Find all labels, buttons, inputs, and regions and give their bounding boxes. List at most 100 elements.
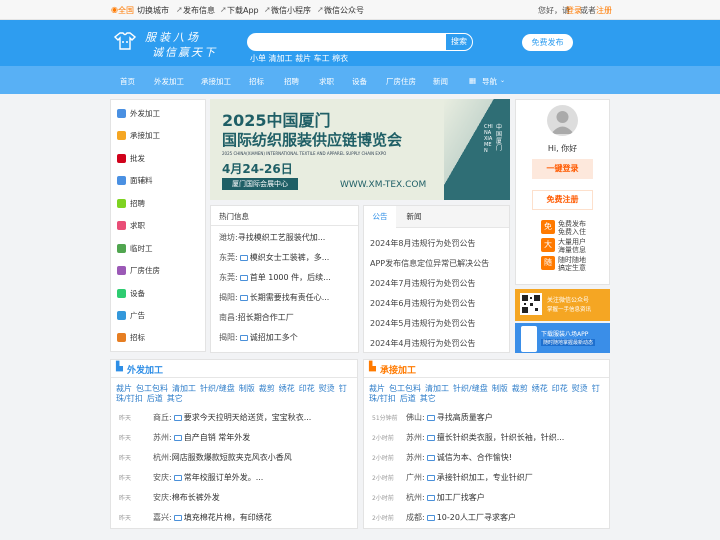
search-input[interactable] — [247, 33, 445, 51]
item-city: 苏州: — [406, 453, 425, 462]
category-link[interactable]: 后道 — [147, 394, 163, 403]
sidebar-item-factory[interactable]: 厂房住房 — [117, 263, 160, 277]
mini-program-link[interactable]: 微信小程序 — [271, 5, 311, 16]
sidebar-item-outsource[interactable]: 外发加工 — [117, 106, 160, 120]
notice-item[interactable]: APP发布信息定位异常已解决公告 — [370, 258, 506, 272]
sidebar-item-contract[interactable]: 承接加工 — [117, 128, 160, 142]
category-link[interactable]: 绣花 — [532, 384, 548, 393]
category-link[interactable]: 熨烫 — [319, 384, 335, 393]
list-item[interactable]: 2小时前 成都: 10-20人工厂寻求客户 — [364, 512, 604, 526]
list-item[interactable]: 2小时前 苏州: 诚信为本、合作愉快! — [364, 452, 604, 466]
item-text: 长期需要找有责任心... — [249, 293, 330, 302]
sidebar-item-wholesale[interactable]: 批发 — [117, 151, 145, 165]
hot-info-item[interactable]: 潍坊:寻找模织工艺服装代加... — [219, 232, 353, 246]
sidebar-item-equipment[interactable]: 设备 — [117, 286, 145, 300]
nav-item-equipment[interactable]: 设备 — [352, 76, 367, 87]
tab-notice[interactable]: 公告 — [364, 206, 396, 228]
list-item[interactable]: 昨天 商丘: 要求今天拉明天给送货，宝宝秋衣... — [111, 412, 351, 426]
category-link[interactable]: 印花 — [299, 384, 315, 393]
category-link[interactable]: 针织/缝盘 — [453, 384, 488, 393]
outsource-category-links: 裁片 包工包料 清加工 针织/缝盘 制版 裁剪 绣花 印花 熨烫 钉珠/钉扣 后道 其它 — [116, 384, 356, 404]
list-item[interactable]: 昨天 杭州:网店服数爆款短款夹克风衣小香风 — [111, 452, 351, 466]
hot-info-item[interactable]: 揭阳: 长期需要找有责任心... — [219, 292, 353, 306]
category-link[interactable]: 裁片 — [116, 384, 132, 393]
list-item[interactable]: 昨天 安庆:棉布长裤外发 — [111, 492, 351, 506]
wechat-ad[interactable]: 关注微信公众号 掌握一手信息资讯 — [515, 289, 610, 321]
sidebar-item-temp-work[interactable]: 临时工 — [117, 241, 153, 255]
sidebar-item-fabric[interactable]: 面辅料 — [117, 173, 153, 187]
notice-item[interactable]: 2024年7月违规行为处罚公告 — [370, 278, 506, 292]
category-link[interactable]: 其它 — [167, 394, 183, 403]
register-link[interactable]: 注册 — [596, 5, 612, 16]
category-link[interactable]: 后道 — [400, 394, 416, 403]
category-link[interactable]: 裁剪 — [512, 384, 528, 393]
category-link[interactable]: 清加工 — [172, 384, 196, 393]
list-item[interactable]: 昨天 安庆: 常年校服订单外发。... — [111, 472, 351, 486]
hot-info-item[interactable]: 南昌:招长期合作工厂 — [219, 312, 353, 326]
category-link[interactable]: 绣花 — [279, 384, 295, 393]
free-register-button[interactable]: 免费注册 — [532, 190, 593, 210]
sidebar-item-jobseek[interactable]: 求职 — [117, 218, 145, 232]
download-app-link[interactable]: 下载App — [227, 5, 259, 16]
search-hints[interactable]: 小单 清加工 裁片 车工 棉衣 — [250, 53, 348, 64]
sidebar-item-ads[interactable]: 广告 — [117, 308, 145, 322]
item-time: 昨天 — [119, 515, 132, 522]
item-text: 填充棉花片棉，有印绣花 — [183, 513, 272, 522]
list-item[interactable]: 昨天 嘉兴: 填充棉花片棉，有印绣花 — [111, 512, 351, 526]
nav-item-outsource[interactable]: 外发加工 — [154, 76, 184, 87]
notice-item[interactable]: 2024年8月违规行为处罚公告 — [370, 238, 506, 252]
sidebar-item-bidding[interactable]: 招标 — [117, 330, 145, 344]
switch-city-link[interactable]: 切换城市 — [137, 5, 169, 16]
category-link[interactable]: 裁片 — [369, 384, 385, 393]
category-link[interactable]: 制版 — [239, 384, 255, 393]
list-item[interactable]: 2小时前 广州: 承接针织加工，专业针织厂 — [364, 472, 604, 486]
category-link[interactable]: 包工包料 — [136, 384, 168, 393]
hot-info-item[interactable]: 揭阳: 诚招加工多个 — [219, 332, 353, 346]
outsource-title[interactable]: 外发加工 — [127, 363, 163, 376]
hot-info-item[interactable]: 东莞: 模织女士工装裤，多... — [219, 252, 353, 266]
hot-info-item[interactable]: 东莞: 首单 1000 件，后续... — [219, 272, 353, 286]
list-item[interactable]: 昨天 苏州: 自产自销 常年外发 — [111, 432, 351, 446]
nav-item-home[interactable]: 首页 — [120, 76, 135, 87]
nav-item-factory[interactable]: 厂房住房 — [386, 76, 416, 87]
category-link[interactable]: 印花 — [552, 384, 568, 393]
category-link[interactable]: 其它 — [420, 394, 436, 403]
tab-news[interactable]: 新闻 — [398, 206, 430, 228]
notice-panel: 公告 新闻 2024年8月违规行为处罚公告 APP发布信息定位异常已解决公告 202… — [363, 205, 510, 353]
category-link[interactable]: 清加工 — [425, 384, 449, 393]
item-city: 揭阳: — [219, 293, 238, 302]
notice-item[interactable]: 2024年6月违规行为处罚公告 — [370, 298, 506, 312]
category-link[interactable]: 包工包料 — [389, 384, 421, 393]
list-item[interactable]: 2小时前 杭州: 加工厂找客户 — [364, 492, 604, 506]
category-link[interactable]: 熨烫 — [572, 384, 588, 393]
current-city[interactable]: 全国 — [118, 5, 134, 16]
category-link[interactable]: 制版 — [492, 384, 508, 393]
nav-item-recruit[interactable]: 招聘 — [284, 76, 299, 87]
post-info-link[interactable]: 发布信息 — [183, 5, 215, 16]
expo-banner[interactable]: 2025中国厦门 国际纺织服装供应链博览会 2025 CHINA(XIAMEN)… — [210, 99, 510, 200]
list-item[interactable]: 51分钟前 佛山: 寻找高质量客户 — [364, 412, 604, 426]
nav-more[interactable]: 导航 — [482, 76, 497, 87]
official-account-link[interactable]: 微信公众号 — [324, 5, 364, 16]
sidebar-item-recruit[interactable]: 招聘 — [117, 196, 145, 210]
category-link[interactable]: 裁剪 — [259, 384, 275, 393]
contract-icon: ▙ — [369, 362, 376, 372]
category-link[interactable]: 针织/缝盘 — [200, 384, 235, 393]
list-item[interactable]: 2小时前 苏州: 擅长针织类衣服，针织长袖，针织... — [364, 432, 604, 446]
search-button[interactable]: 搜索 — [445, 33, 473, 51]
app-ad[interactable]: 下载服装八场APP 随时随地掌握最新动态 — [515, 323, 610, 353]
nav-item-news[interactable]: 新闻 — [433, 76, 448, 87]
item-time: 昨天 — [119, 495, 132, 502]
recruit-icon — [117, 198, 126, 208]
notice-item[interactable]: 2024年5月违规行为处罚公告 — [370, 318, 506, 332]
phone-icon — [521, 326, 537, 352]
notice-item[interactable]: 2024年4月违规行为处罚公告 — [370, 338, 506, 352]
contract-title[interactable]: 承接加工 — [380, 363, 416, 376]
one-click-login-button[interactable]: 一键登录 — [532, 159, 593, 179]
post-free-button[interactable]: 免费发布 — [522, 34, 573, 51]
nav-item-bidding[interactable]: 招标 — [249, 76, 264, 87]
nav-item-jobseek[interactable]: 求职 — [319, 76, 334, 87]
item-city: 杭州: — [406, 493, 425, 502]
category-sidebar: 外发加工 承接加工 批发 面辅料 招聘 求职 临时工 厂房住房 设备 广告 招标 — [110, 99, 206, 352]
nav-item-contract[interactable]: 承接加工 — [201, 76, 231, 87]
